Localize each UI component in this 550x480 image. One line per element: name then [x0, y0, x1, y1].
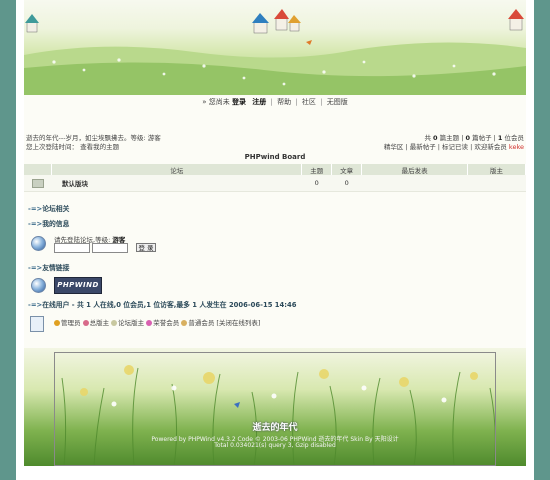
new-member-link[interactable]: keke	[509, 143, 524, 151]
user-group-legend: 管理员 总版主 论坛版主 荣誉会员 普通会员 [关闭在线列表]	[54, 317, 260, 327]
username-input[interactable]	[54, 243, 90, 253]
header-scenery-graphic	[24, 9, 526, 95]
forum-container: » 您尚未 登录 注册 | 帮助 | 社区 | 无图版 逝去的年代---岁月，如…	[24, 0, 526, 466]
nav-prefix: » 您尚未	[202, 98, 230, 106]
forum-last-post	[361, 175, 468, 192]
section-arrow: -=>	[28, 301, 43, 309]
top-navigation: » 您尚未 登录 注册 | 帮助 | 社区 | 无图版	[24, 97, 526, 107]
section-friend-links-label: 友情链接	[42, 264, 70, 272]
folder-icon	[31, 178, 44, 188]
section-friend-links[interactable]: -=>友情链接	[28, 262, 69, 272]
globe-icon	[31, 236, 46, 251]
section-arrow: -=>	[28, 264, 43, 272]
no-image-link[interactable]: 无图版	[327, 98, 348, 106]
section-my-info[interactable]: -=>我的信息	[28, 218, 69, 228]
footer-debug-info: Total 0.034021(s) query 3, Gzip disabled	[214, 442, 336, 449]
honor-member-icon	[146, 320, 153, 326]
super-moderator-icon	[82, 320, 89, 326]
forum-topic-count: 0	[301, 175, 332, 192]
section-my-info-label: 我的信息	[42, 220, 70, 228]
legend-regular-member: 普通会员	[188, 319, 215, 327]
login-link[interactable]: 登录	[232, 98, 246, 106]
table-row: 默认版块 0 0	[24, 175, 526, 192]
header-banner	[24, 0, 526, 95]
legend-super-moderator: 总版主	[89, 319, 110, 327]
column-header-topics: 主题	[301, 164, 333, 175]
nav-separator: |	[270, 98, 273, 106]
forum-moderator	[467, 175, 526, 192]
column-header-moderator: 版主	[467, 164, 526, 175]
column-header-forum: 论坛	[51, 164, 303, 175]
forum-name-link[interactable]: 默认版块	[51, 175, 302, 192]
regular-member-icon	[181, 320, 188, 326]
house-left-graphic	[25, 14, 39, 33]
last-login-info: 您上次登陆时间： 查看我的主题	[26, 143, 120, 151]
quick-links: 精华区 | 最新帖子 | 标记已读 | 欢迎新会员 keke	[384, 141, 524, 151]
section-online-label: 在线用户	[42, 301, 70, 309]
online-users-icon	[30, 316, 44, 332]
footer-logo: 逝去的年代	[252, 423, 298, 433]
legend-admin: 管理员	[61, 319, 81, 327]
legend-honor-member: 荣誉会员	[153, 319, 180, 327]
help-link[interactable]: 帮助	[277, 98, 291, 106]
column-header-icon	[24, 164, 53, 175]
forum-post-count: 0	[331, 175, 362, 192]
section-forum-related[interactable]: -=>论坛相关	[28, 203, 69, 213]
legend-moderator: 论坛版主	[118, 319, 145, 327]
table-header-row: 论坛 主题 文章 最后发表 版主	[24, 164, 526, 175]
globe-icon	[31, 278, 46, 293]
admin-icon	[54, 320, 60, 326]
phpwind-logo-link[interactable]: PHPWIND	[54, 277, 102, 294]
community-link[interactable]: 社区	[302, 98, 316, 106]
nav-separator: |	[295, 98, 298, 106]
column-header-posts: 文章	[331, 164, 363, 175]
nav-separator: |	[320, 98, 323, 106]
register-link[interactable]: 注册	[252, 98, 266, 106]
section-online-users: -=>在线用户 - 共 1 人在线,0 位会员,1 位访客,最多 1 人发生在 …	[28, 299, 296, 309]
close-online-list-link[interactable]: [关闭在线列表]	[216, 319, 260, 327]
section-forum-related-label: 论坛相关	[42, 205, 70, 213]
online-summary: - 共 1 人在线,0 位会员,1 位访客,最多 1 人发生在 2006-06-…	[71, 301, 297, 309]
quick-links-text[interactable]: 精华区 | 最新帖子 | 标记已读 | 欢迎新会员	[384, 143, 507, 151]
section-arrow: -=>	[28, 205, 43, 213]
footer-banner: 逝去的年代 Powered by PHPWind v4.3.2 Code © 2…	[24, 348, 526, 466]
section-arrow: -=>	[28, 220, 43, 228]
moderator-icon	[111, 320, 118, 326]
house-middle-graphic	[252, 9, 301, 34]
login-button[interactable]: 登 录	[136, 243, 156, 252]
password-input[interactable]	[92, 243, 128, 253]
house-right-graphic	[508, 9, 524, 31]
board-title: PHPwind Board	[244, 153, 306, 161]
page: » 您尚未 登录 注册 | 帮助 | 社区 | 无图版 逝去的年代---岁月，如…	[16, 0, 534, 480]
forum-folder-cell	[24, 175, 52, 192]
forum-table: 论坛 主题 文章 最后发表 版主 默认版块 0 0	[24, 164, 526, 192]
column-header-last-post: 最后发表	[361, 164, 469, 175]
